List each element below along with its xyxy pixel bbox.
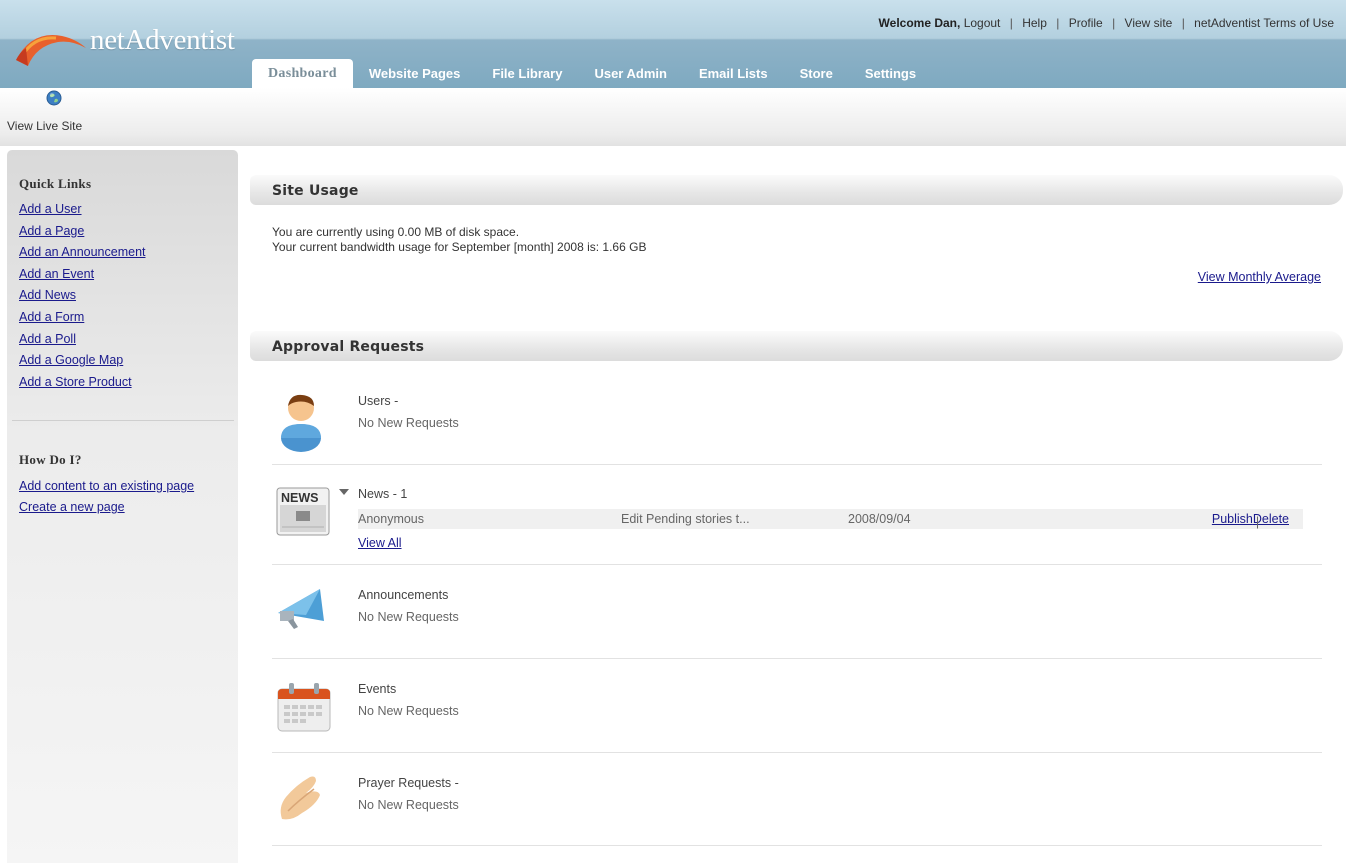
top-links: Welcome Dan, Logout | Help | Profile | V… xyxy=(879,16,1334,30)
tab-store[interactable]: Store xyxy=(784,59,849,88)
newspaper-icon: NEWS xyxy=(276,487,331,537)
separator: | xyxy=(1009,16,1013,30)
quick-links-heading: Quick Links xyxy=(19,176,92,191)
quick-link-add-user[interactable]: Add a User xyxy=(19,202,82,216)
praying-hands-icon xyxy=(280,776,320,820)
tab-settings[interactable]: Settings xyxy=(849,59,932,88)
separator: | xyxy=(1255,515,1260,529)
separator: | xyxy=(1056,16,1060,30)
logo[interactable]: netAdventist xyxy=(14,20,254,70)
tab-website-pages[interactable]: Website Pages xyxy=(353,59,477,88)
site-usage-header: Site Usage xyxy=(250,175,1343,205)
approval-row-prayer: Prayer Requests - No New Requests xyxy=(272,753,1322,846)
usage-text: You are currently using 0.00 MB of disk … xyxy=(272,225,646,255)
welcome-text: Welcome Dan, xyxy=(878,16,961,30)
quick-link-add-store-product[interactable]: Add a Store Product xyxy=(19,375,132,389)
tab-dashboard[interactable]: Dashboard xyxy=(252,59,353,88)
main-tabs: Dashboard Website Pages File Library Use… xyxy=(252,59,932,88)
quick-link-add-announcement[interactable]: Add an Announcement xyxy=(19,245,146,259)
announcements-status: No New Requests xyxy=(358,610,459,624)
approval-row-events: Events No New Requests xyxy=(272,659,1322,753)
separator: | xyxy=(1181,16,1185,30)
logo-text: netAdventist xyxy=(90,24,235,56)
approval-row-users: Users - No New Requests xyxy=(272,370,1322,465)
quick-link-add-news[interactable]: Add News xyxy=(19,288,76,302)
user-icon xyxy=(281,394,321,452)
howdo-link-create-page[interactable]: Create a new page xyxy=(19,500,125,514)
news-request-row: Anonymous Edit Pending stories t... 2008… xyxy=(358,509,1303,529)
quick-link-add-page[interactable]: Add a Page xyxy=(19,224,84,238)
quick-link-add-event[interactable]: Add an Event xyxy=(19,267,94,281)
separator: | xyxy=(1112,16,1116,30)
megaphone-icon xyxy=(278,589,324,629)
app-header: netAdventist Welcome Dan, Logout | Help … xyxy=(0,0,1346,88)
calendar-icon xyxy=(277,683,331,732)
how-do-i-heading: How Do I? xyxy=(19,452,82,467)
quick-link-add-poll[interactable]: Add a Poll xyxy=(19,332,76,346)
events-status: No New Requests xyxy=(358,704,459,718)
how-do-i-list: Add content to an existing page Create a… xyxy=(19,479,194,521)
approval-requests-title: Approval Requests xyxy=(272,339,425,355)
arc-logo-icon xyxy=(16,35,86,66)
approval-row-announcements: Announcements No New Requests xyxy=(272,565,1322,659)
tab-user-admin[interactable]: User Admin xyxy=(578,59,682,88)
toolbar xyxy=(0,88,1346,146)
prayer-label: Prayer Requests - xyxy=(358,776,459,790)
quick-link-add-google-map[interactable]: Add a Google Map xyxy=(19,353,123,367)
view-monthly-average-link[interactable]: View Monthly Average xyxy=(1198,270,1321,284)
logout-link[interactable]: Logout xyxy=(964,16,1001,30)
news-date: 2008/09/04 xyxy=(848,512,911,526)
quick-links-list: Add a User Add a Page Add an Announcemen… xyxy=(19,202,146,396)
profile-link[interactable]: Profile xyxy=(1069,16,1103,30)
tab-email-lists[interactable]: Email Lists xyxy=(683,59,784,88)
disk-usage-text: You are currently using 0.00 MB of disk … xyxy=(272,225,520,239)
howdo-link-add-content[interactable]: Add content to an existing page xyxy=(19,479,194,493)
approval-requests-header: Approval Requests xyxy=(250,331,1343,361)
news-icon-text: NEWS xyxy=(281,491,319,505)
users-label: Users - xyxy=(358,394,399,408)
globe-icon[interactable] xyxy=(46,90,62,106)
prayer-status: No New Requests xyxy=(358,798,459,812)
news-summary: Edit Pending stories t... xyxy=(621,512,750,526)
announcements-label: Announcements xyxy=(358,588,449,602)
view-site-link[interactable]: View site xyxy=(1125,16,1173,30)
bandwidth-usage-text: Your current bandwidth usage for Septemb… xyxy=(272,240,647,254)
events-label: Events xyxy=(358,682,397,696)
news-label: News - 1 xyxy=(358,487,408,501)
news-author: Anonymous xyxy=(358,512,425,526)
users-status: No New Requests xyxy=(358,416,459,430)
news-actions: Publish | Delete xyxy=(1212,512,1289,529)
sidebar-divider xyxy=(12,420,234,421)
quick-link-add-form[interactable]: Add a Form xyxy=(19,310,84,324)
approval-row-news: NEWS News - 1 Anonymous Edit Pending sto… xyxy=(272,465,1322,565)
site-usage-title: Site Usage xyxy=(272,183,359,199)
view-all-link[interactable]: View All xyxy=(358,536,402,550)
tab-file-library[interactable]: File Library xyxy=(476,59,578,88)
terms-link[interactable]: netAdventist Terms of Use xyxy=(1194,16,1334,30)
publish-link[interactable]: Publish xyxy=(1212,512,1253,526)
help-link[interactable]: Help xyxy=(1022,16,1047,30)
expand-arrow-icon[interactable] xyxy=(339,489,349,495)
view-live-site-label[interactable]: View Live Site xyxy=(7,119,82,133)
